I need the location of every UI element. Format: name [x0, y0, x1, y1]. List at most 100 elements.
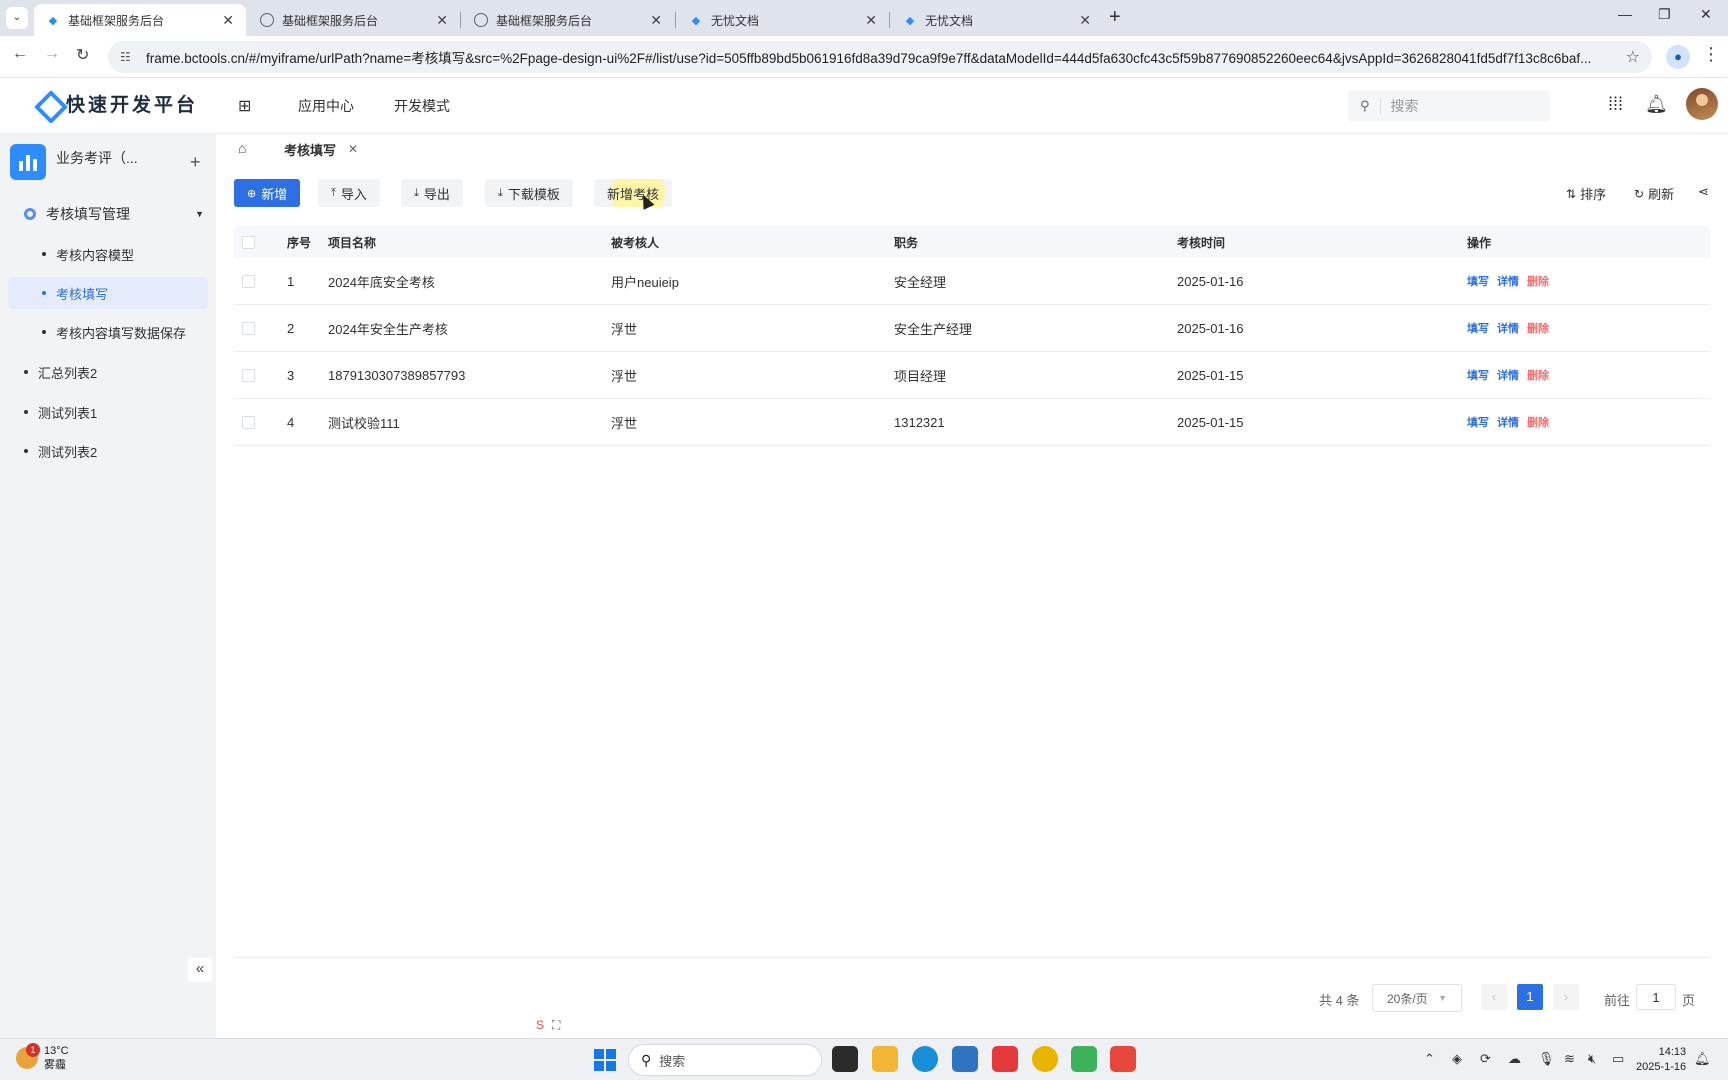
chrome-browser-icon[interactable] — [1032, 1046, 1058, 1072]
sort-button[interactable]: ⇅ 排序 — [1566, 184, 1606, 203]
goto-page-input[interactable] — [1636, 984, 1676, 1010]
nav-app-center[interactable]: 应用中心 — [298, 96, 354, 116]
browser-tab-4[interactable]: ◆ 无忧文档 ✕ — [677, 4, 889, 36]
close-tab-icon[interactable]: ✕ — [222, 12, 234, 29]
delete-link[interactable]: 删除 — [1527, 320, 1549, 336]
green-app-icon[interactable] — [1071, 1046, 1097, 1072]
taskbar-search[interactable]: ⚲ 搜索 — [628, 1044, 822, 1076]
microphone-icon[interactable]: 🎙︎ — [1538, 1051, 1555, 1067]
prev-page-button[interactable]: ‹ — [1481, 984, 1507, 1010]
row-checkbox[interactable] — [242, 368, 255, 382]
detail-link[interactable]: 详情 — [1497, 320, 1519, 336]
app-grid-icon[interactable]: ⊞ — [238, 96, 251, 116]
page-size-select[interactable]: 20条/页 ▼ — [1372, 984, 1462, 1012]
close-icon[interactable]: ✕ — [348, 142, 358, 156]
add-icon[interactable]: + — [190, 152, 201, 173]
windows-start-icon[interactable] — [594, 1049, 616, 1071]
table-row[interactable]: 4 测试校验111 浮世 1312321 2025-01-15 填写 详情 删除 — [234, 399, 1710, 446]
sidebar-item-summary-list-2[interactable]: 汇总列表2 — [24, 356, 204, 388]
system-clock[interactable]: 14:13 2025-1-16 — [1636, 1045, 1686, 1075]
back-icon[interactable]: ← — [12, 45, 28, 63]
cloud-icon[interactable]: ☁ — [1508, 1051, 1521, 1067]
tray-expand-icon[interactable]: ⌃ — [1424, 1051, 1435, 1067]
sidebar-item-test-list-2[interactable]: 测试列表2 — [24, 435, 204, 467]
table-row[interactable]: 2 2024年安全生产考核 浮世 安全生产经理 2025-01-16 填写 详情… — [234, 305, 1710, 352]
bookmark-star-icon[interactable]: ☆ — [1626, 47, 1640, 67]
sidebar-item-data-save[interactable]: 考核内容填写数据保存 — [8, 316, 208, 348]
fill-link[interactable]: 填写 — [1467, 367, 1489, 383]
download-template-button[interactable]: ⤓ 下载模板 — [485, 179, 573, 207]
menu-group-review-fill[interactable]: 考核填写管理 ▼ — [24, 204, 204, 224]
sidebar-item-review-fill[interactable]: 考核填写 — [8, 277, 208, 309]
restore-icon[interactable]: ❐ — [1658, 6, 1671, 23]
volume-muted-icon[interactable]: 🔇︎ — [1588, 1051, 1596, 1067]
delete-link[interactable]: 删除 — [1527, 367, 1549, 383]
browser-tab-5[interactable]: ◆ 无忧文档 ✕ — [891, 4, 1103, 36]
fill-link[interactable]: 填写 — [1467, 320, 1489, 336]
col-review-time[interactable]: 考核时间 — [1177, 226, 1225, 258]
window-close-icon[interactable]: ✕ — [1700, 6, 1712, 23]
row-checkbox[interactable] — [242, 321, 255, 335]
page-number-current[interactable]: 1 — [1517, 984, 1543, 1010]
file-explorer-icon[interactable] — [872, 1046, 898, 1072]
wifi-icon[interactable]: ≋ — [1564, 1051, 1575, 1067]
tray-app-icon[interactable]: ◈ — [1452, 1051, 1462, 1067]
search-input[interactable] — [1390, 98, 1511, 114]
apps-grid-icon[interactable]: ⁞⁞⁞ — [1608, 94, 1623, 115]
share-icon[interactable]: ⋖ — [1698, 184, 1709, 200]
detail-link[interactable]: 详情 — [1497, 414, 1519, 430]
store-app-icon[interactable] — [952, 1046, 978, 1072]
ime-icon[interactable]: S — [536, 1018, 544, 1033]
next-page-button[interactable]: › — [1553, 984, 1579, 1010]
browser-menu-icon[interactable]: ⋮ — [1702, 44, 1720, 65]
import-button[interactable]: ⤒ 导入 — [318, 179, 380, 207]
url-text[interactable]: frame.bctools.cn/#/myiframe/urlPath?name… — [146, 47, 1626, 67]
wps-office-icon[interactable] — [992, 1046, 1018, 1072]
sidebar-item-content-model[interactable]: 考核内容模型 — [8, 238, 208, 270]
browser-tab-3[interactable]: 基础框架服务后台 ✕ — [462, 4, 674, 36]
fill-link[interactable]: 填写 — [1467, 273, 1489, 289]
close-tab-icon[interactable]: ✕ — [650, 12, 662, 29]
fill-link[interactable]: 填写 — [1467, 414, 1489, 430]
edge-browser-icon[interactable] — [912, 1046, 938, 1072]
table-row[interactable]: 1 2024年底安全考核 用户neuieip 安全经理 2025-01-16 填… — [234, 258, 1710, 305]
site-info-icon[interactable]: ☷ — [120, 50, 136, 64]
tab-review-fill[interactable]: 考核填写 ✕ — [268, 134, 375, 164]
collapse-sidebar-button[interactable]: « — [188, 958, 212, 982]
sidebar-item-test-list-1[interactable]: 测试列表1 — [24, 396, 204, 428]
row-checkbox[interactable] — [242, 415, 255, 429]
nav-dev-mode[interactable]: 开发模式 — [394, 96, 450, 116]
screenshot-icon[interactable]: ⛶ — [552, 1018, 560, 1033]
col-project-name[interactable]: 项目名称 — [328, 226, 376, 258]
sync-icon[interactable]: ⟳ — [1480, 1051, 1491, 1067]
red-app-icon[interactable] — [1110, 1046, 1136, 1072]
platform-logo[interactable]: 快速开发平台 — [34, 90, 198, 117]
browser-tab-2[interactable]: 基础框架服务后台 ✕ — [248, 4, 460, 36]
close-tab-icon[interactable]: ✕ — [1079, 12, 1091, 29]
col-assessee[interactable]: 被考核人 — [611, 226, 659, 258]
bell-icon[interactable]: 🔔︎ — [1645, 94, 1668, 115]
refresh-button[interactable]: ↻ 刷新 — [1634, 184, 1674, 203]
add-button[interactable]: ⊕ 新增 — [234, 179, 301, 207]
address-bar[interactable]: ☷ frame.bctools.cn/#/myiframe/urlPath?na… — [108, 41, 1652, 73]
export-button[interactable]: ⤓ 导出 — [401, 179, 463, 207]
col-position[interactable]: 职务 — [894, 226, 918, 258]
minimize-icon[interactable]: — — [1618, 6, 1632, 22]
new-tab-icon[interactable]: + — [1109, 6, 1121, 29]
table-row[interactable]: 3 1879130307389857793 浮世 项目经理 2025-01-15… — [234, 352, 1710, 399]
forward-icon[interactable]: → — [44, 45, 60, 63]
battery-icon[interactable]: ▭ — [1612, 1051, 1624, 1067]
detail-link[interactable]: 详情 — [1497, 367, 1519, 383]
delete-link[interactable]: 删除 — [1527, 414, 1549, 430]
select-all-checkbox[interactable] — [242, 235, 255, 249]
close-tab-icon[interactable]: ✕ — [436, 12, 448, 29]
home-icon[interactable]: ⌂ — [238, 140, 246, 156]
header-search[interactable]: ⚲ — [1348, 90, 1550, 122]
terminal-app-icon[interactable] — [832, 1046, 858, 1072]
browser-tab-1[interactable]: ◆ 基础框架服务后台 ✕ — [34, 4, 246, 36]
tab-list-dropdown-icon[interactable]: ⌄ — [6, 7, 28, 29]
row-checkbox[interactable] — [242, 274, 255, 288]
detail-link[interactable]: 详情 — [1497, 273, 1519, 289]
close-tab-icon[interactable]: ✕ — [865, 12, 877, 29]
add-review-button[interactable]: 新增考核 — [594, 179, 673, 207]
